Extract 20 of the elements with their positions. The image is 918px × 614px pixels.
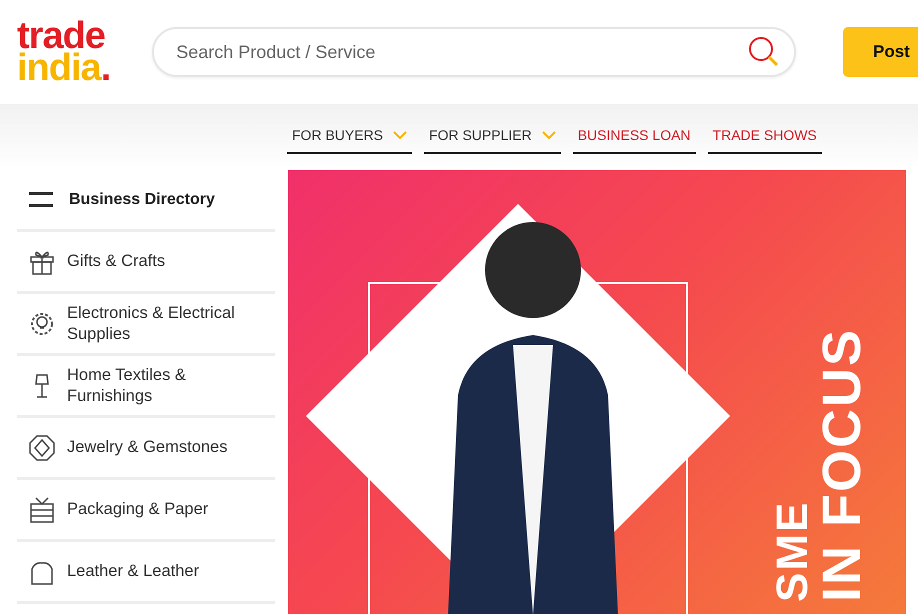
category-link[interactable]: Jewelry & Gemstones: [17, 418, 275, 480]
menu-icon[interactable]: [29, 192, 53, 208]
dropdown-menu-link[interactable]: FOR SUPPLIER: [424, 125, 561, 154]
gem-icon: [27, 432, 57, 462]
category-link[interactable]: Gifts & Crafts: [17, 232, 275, 294]
chevron-down-icon: [542, 131, 556, 140]
category-link[interactable]: Electronics & Electrical Supplies: [17, 294, 275, 356]
chevron-down-icon: [393, 131, 408, 140]
banner-headline: SME: [771, 500, 815, 602]
nav-link[interactable]: BUSINESS LOAN: [572, 125, 696, 154]
category-link[interactable]: Packaging & Paper: [17, 480, 275, 542]
sidebar-title: Business Directory: [69, 190, 215, 210]
nav-link[interactable]: TRADE SHOWS: [708, 125, 822, 154]
search-icon[interactable]: [748, 36, 780, 68]
category-link[interactable]: Home Textiles & Furnishings: [17, 356, 275, 418]
banner-headline: IN FOCUS: [815, 328, 869, 602]
post-button[interactable]: Post: [843, 27, 918, 77]
dropdown-menu-link[interactable]: FOR BUYERS: [287, 125, 412, 154]
search-field[interactable]: Search Product / Service: [152, 27, 796, 77]
category-link[interactable]: Leather & Leather: [17, 542, 275, 604]
